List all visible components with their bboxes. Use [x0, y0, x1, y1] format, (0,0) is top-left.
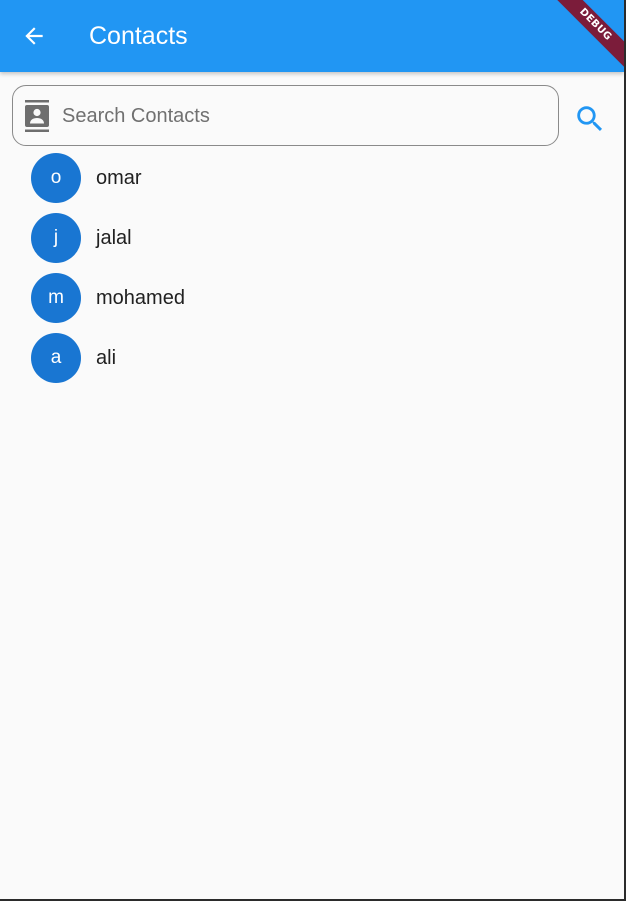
- avatar: o: [31, 153, 81, 203]
- search-field[interactable]: [12, 85, 559, 146]
- list-item[interactable]: m mohamed: [0, 268, 624, 328]
- contact-name: mohamed: [96, 287, 185, 309]
- contact-list: o omar j jalal m mohamed a ali: [0, 148, 624, 388]
- avatar: j: [31, 213, 81, 263]
- list-item[interactable]: j jalal: [0, 208, 624, 268]
- contact-name: ali: [96, 347, 117, 369]
- arrow-back-icon: [25, 27, 43, 45]
- contact-name: omar: [96, 167, 142, 189]
- avatar: m: [31, 273, 81, 323]
- page-title: Contacts: [89, 22, 188, 50]
- search-button[interactable]: [570, 99, 610, 139]
- avatar: a: [31, 333, 81, 383]
- contact-book-icon: [25, 100, 49, 132]
- list-item[interactable]: o omar: [0, 148, 624, 208]
- contact-name: jalal: [96, 227, 132, 249]
- search-input[interactable]: [62, 100, 542, 132]
- back-button[interactable]: [14, 16, 54, 56]
- search-bar: [12, 85, 612, 147]
- search-icon: [577, 106, 603, 132]
- contacts-screen: Contacts DEBUG o omar j jal: [0, 0, 626, 901]
- app-bar: Contacts: [0, 0, 624, 72]
- list-item[interactable]: a ali: [0, 328, 624, 388]
